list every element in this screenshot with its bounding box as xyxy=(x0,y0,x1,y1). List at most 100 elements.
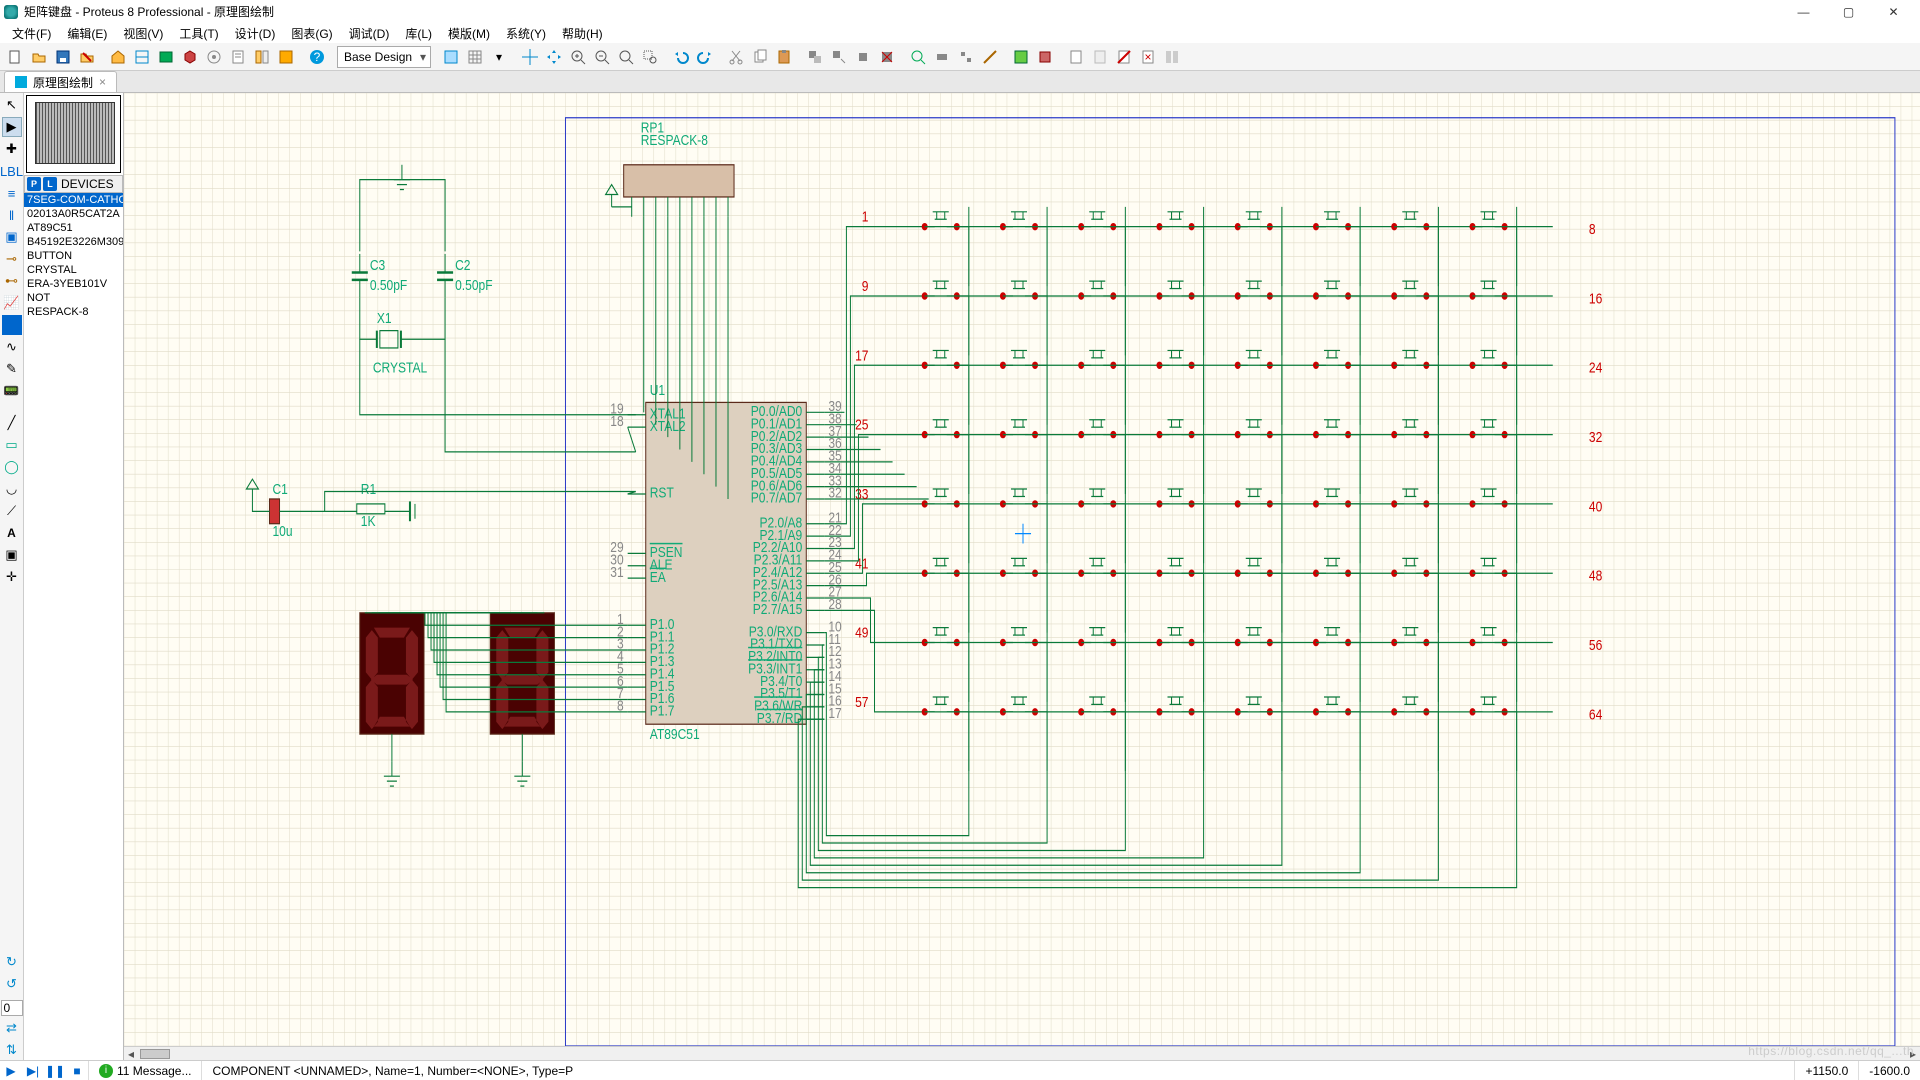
pick-parts-icon[interactable]: P xyxy=(27,177,41,191)
rotate-cw-tool[interactable]: ↻ xyxy=(2,952,22,972)
circle-tool[interactable]: ◯ xyxy=(2,457,22,477)
bom-report-button[interactable] xyxy=(1065,46,1087,68)
pick-devices-button[interactable] xyxy=(907,46,929,68)
menu-graph[interactable]: 图表(G) xyxy=(283,25,340,42)
marker-tool[interactable]: ✛ xyxy=(2,567,22,587)
pause-button[interactable]: ❚❚ xyxy=(44,1062,66,1080)
help-button[interactable]: ? xyxy=(306,46,328,68)
copy-button[interactable] xyxy=(749,46,771,68)
bom-button[interactable] xyxy=(227,46,249,68)
schematic-button[interactable] xyxy=(131,46,153,68)
generator-tool[interactable]: ∿ xyxy=(2,337,22,357)
text-tool[interactable]: A xyxy=(2,523,22,543)
maximize-button[interactable]: ▢ xyxy=(1826,0,1871,23)
probe-tool[interactable]: ✎ xyxy=(2,359,22,379)
erc-button[interactable] xyxy=(1010,46,1032,68)
list-item[interactable]: B45192E3226M309 xyxy=(24,235,123,249)
flip-h-tool[interactable]: ⇄ xyxy=(2,1018,22,1038)
design-explorer-button[interactable] xyxy=(251,46,273,68)
close-project-button[interactable] xyxy=(76,46,98,68)
scroll-thumb[interactable] xyxy=(140,1049,170,1059)
scroll-left-icon[interactable]: ◂ xyxy=(124,1047,138,1061)
schematic-canvas[interactable]: C30.50pFC20.50pFX1CRYSTALC110uR11KRP1RES… xyxy=(124,93,1920,1046)
home-button[interactable] xyxy=(107,46,129,68)
pan-button[interactable] xyxy=(543,46,565,68)
save-button[interactable] xyxy=(52,46,74,68)
libraries-icon[interactable]: L xyxy=(43,177,57,191)
menu-library[interactable]: 库(L) xyxy=(397,25,440,42)
pcb-button[interactable] xyxy=(155,46,177,68)
zoom-all-button[interactable] xyxy=(615,46,637,68)
menu-tools[interactable]: 工具(T) xyxy=(171,25,226,42)
redo-button[interactable] xyxy=(694,46,716,68)
arc-tool[interactable]: ◡ xyxy=(2,479,22,499)
cut-button[interactable] xyxy=(725,46,747,68)
undo-button[interactable] xyxy=(670,46,692,68)
stop-button[interactable]: ■ xyxy=(66,1062,88,1080)
rotate-ccw-tool[interactable]: ↺ xyxy=(2,974,22,994)
list-item[interactable]: RESPACK-8 xyxy=(24,305,123,319)
zoom-in-button[interactable] xyxy=(567,46,589,68)
instrument-tool[interactable]: 📟 xyxy=(2,381,22,401)
list-item[interactable]: 02013A0R5CAT2A xyxy=(24,207,123,221)
tab-schematic[interactable]: 原理图绘制 × xyxy=(4,71,117,92)
gerber-button[interactable] xyxy=(203,46,225,68)
new-button[interactable] xyxy=(4,46,26,68)
close-button[interactable]: ✕ xyxy=(1871,0,1916,23)
netlist-button[interactable] xyxy=(1034,46,1056,68)
list-item[interactable]: 7SEG-COM-CATHO xyxy=(24,193,123,207)
box-tool[interactable]: ▭ xyxy=(2,435,22,455)
flip-v-tool[interactable]: ⇅ xyxy=(2,1040,22,1060)
menu-template[interactable]: 模版(M) xyxy=(440,25,498,42)
symbol-tool[interactable]: ▣ xyxy=(2,545,22,565)
play-button[interactable]: ▶ xyxy=(0,1062,22,1080)
decompose-button[interactable] xyxy=(955,46,977,68)
block-copy-button[interactable] xyxy=(804,46,826,68)
zoom-region-button[interactable] xyxy=(639,46,661,68)
messages-section[interactable]: i 11 Message... xyxy=(88,1061,201,1080)
menu-debug[interactable]: 调试(D) xyxy=(341,25,398,42)
nobom-button[interactable] xyxy=(1113,46,1135,68)
block-rotate-button[interactable] xyxy=(852,46,874,68)
devices-list[interactable]: 7SEG-COM-CATHO 02013A0R5CAT2A AT89C51 B4… xyxy=(24,193,123,1060)
label-tool[interactable]: LBL xyxy=(2,161,22,181)
horizontal-scrollbar[interactable]: ◂ ▸ xyxy=(124,1046,1920,1060)
list-item[interactable]: NOT xyxy=(24,291,123,305)
snap-button[interactable]: ▾ xyxy=(488,46,510,68)
menu-system[interactable]: 系统(Y) xyxy=(498,25,554,42)
redraw-button[interactable] xyxy=(440,46,462,68)
device-pin-tool[interactable]: ⊷ xyxy=(2,271,22,291)
bus-tool[interactable]: ‖ xyxy=(2,205,22,225)
select-tool[interactable]: ↖ xyxy=(2,95,22,115)
assign-button[interactable] xyxy=(1161,46,1183,68)
tape-tool[interactable] xyxy=(2,315,22,335)
list-item[interactable]: ERA-3YEB101V xyxy=(24,277,123,291)
list-item[interactable]: CRYSTAL xyxy=(24,263,123,277)
text-script-tool[interactable]: ≡ xyxy=(2,183,22,203)
path-tool[interactable]: ⟋ xyxy=(2,501,22,521)
code-button[interactable] xyxy=(275,46,297,68)
component-tool[interactable]: ▶ xyxy=(2,117,22,137)
menu-help[interactable]: 帮助(H) xyxy=(554,25,611,42)
subcircuit-tool[interactable]: ▣ xyxy=(2,227,22,247)
open-button[interactable] xyxy=(28,46,50,68)
tab-close-icon[interactable]: × xyxy=(99,75,106,89)
design-select[interactable]: Base Design xyxy=(337,46,431,68)
menu-view[interactable]: 视图(V) xyxy=(115,25,171,42)
compile-errors-button[interactable]: × xyxy=(1137,46,1159,68)
list-item[interactable]: AT89C51 xyxy=(24,221,123,235)
line-tool[interactable]: ╱ xyxy=(2,413,22,433)
grid-button[interactable] xyxy=(464,46,486,68)
angle-input[interactable]: 0 xyxy=(1,1000,23,1016)
package-button[interactable] xyxy=(931,46,953,68)
menu-file[interactable]: 文件(F) xyxy=(4,25,59,42)
graph-tool[interactable]: 📈 xyxy=(2,293,22,313)
minimize-button[interactable]: — xyxy=(1781,0,1826,23)
junction-tool[interactable]: ✚ xyxy=(2,139,22,159)
block-delete-button[interactable] xyxy=(876,46,898,68)
zoom-out-button[interactable] xyxy=(591,46,613,68)
block-move-button[interactable] xyxy=(828,46,850,68)
list-item[interactable]: BUTTON xyxy=(24,249,123,263)
step-button[interactable]: ▶| xyxy=(22,1062,44,1080)
wire-tool-button[interactable] xyxy=(979,46,1001,68)
